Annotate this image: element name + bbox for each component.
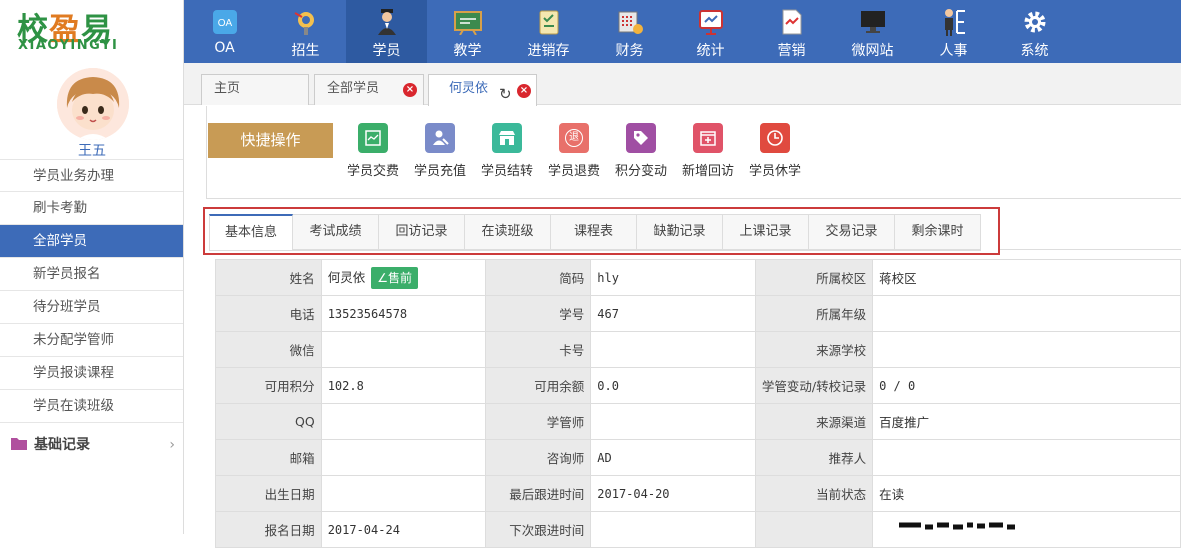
available-points[interactable]: 102.8 bbox=[320, 367, 486, 404]
quick-action-refund[interactable]: 退 学员退费 bbox=[543, 123, 605, 179]
quick-action-points[interactable]: 积分变动 bbox=[610, 123, 672, 179]
nav-hr[interactable]: 人事 bbox=[913, 0, 994, 63]
nav-recruit[interactable]: 招生 bbox=[265, 0, 346, 63]
sidebar-item-enrolled-courses[interactable]: 学员报读课程 bbox=[0, 357, 183, 390]
top-nav: OA OA 招生 学员 教学 进销存 财务 统计 营销 微网站 人事 系统 bbox=[184, 0, 1181, 63]
tab-exam-scores[interactable]: 考试成绩 bbox=[293, 214, 379, 250]
oa-icon: OA bbox=[210, 7, 240, 37]
nav-inventory[interactable]: 进销存 bbox=[508, 0, 589, 63]
refund-icon: 退 bbox=[559, 123, 589, 153]
close-icon[interactable]: × bbox=[517, 84, 531, 98]
nav-finance[interactable]: 财务 bbox=[589, 0, 670, 63]
quick-action-recharge[interactable]: 学员充值 bbox=[409, 123, 471, 179]
tab-current-classes[interactable]: 在读班级 bbox=[465, 214, 551, 250]
nav-microsite[interactable]: 微网站 bbox=[832, 0, 913, 63]
table-row: 姓名 何灵依 ∠售前 简码 hly 所属校区 蒋校区 bbox=[215, 259, 1181, 296]
info-tabs: 基本信息 考试成绩 回访记录 在读班级 课程表 缺勤记录 上课记录 交易记录 剩… bbox=[209, 214, 981, 251]
quick-actions-button[interactable]: 快捷操作 bbox=[208, 123, 333, 158]
svg-text:OA: OA bbox=[217, 18, 232, 29]
sidebar-item-student-business[interactable]: 学员业务办理 bbox=[0, 159, 183, 192]
tab-basic-info[interactable]: 基本信息 bbox=[209, 214, 293, 251]
tab-transaction-records[interactable]: 交易记录 bbox=[809, 214, 895, 250]
qr-code-cell bbox=[872, 511, 1181, 548]
inventory-icon bbox=[534, 7, 564, 37]
quick-action-transfer[interactable]: 学员结转 bbox=[476, 123, 538, 179]
sidebar-group-label: 基础记录 bbox=[34, 437, 90, 453]
sidebar-item-current-classes[interactable]: 学员在读班级 bbox=[0, 390, 183, 423]
tab-attendance-records[interactable]: 上课记录 bbox=[723, 214, 809, 250]
student-info-table: 姓名 何灵依 ∠售前 简码 hly 所属校区 蒋校区 电话 13523564578… bbox=[215, 259, 1181, 548]
table-row: 出生日期 最后跟进时间 2017-04-20 当前状态 在读 bbox=[215, 475, 1181, 512]
sidebar-item-new-enrollment[interactable]: 新学员报名 bbox=[0, 258, 183, 291]
folder-icon bbox=[10, 425, 28, 469]
statistics-icon bbox=[696, 7, 726, 37]
clock-icon bbox=[760, 123, 790, 153]
page-tab-home[interactable]: 主页 bbox=[201, 74, 309, 105]
page-tabs: 主页 全部学员 × 何灵依 ↻ × bbox=[184, 63, 1181, 106]
table-row: QQ 学管师 来源渠道 百度推广 bbox=[215, 403, 1181, 440]
hr-icon bbox=[939, 7, 969, 37]
tabs-divider bbox=[1000, 249, 1181, 250]
quick-actions-panel: 快捷操作 学员交费 学员充值 学员结转 退 学员退费 积分变动 新增回访 学员休… bbox=[206, 106, 1181, 199]
page-tab-all-students[interactable]: 全部学员 × bbox=[314, 74, 424, 105]
quick-action-suspend[interactable]: 学员休学 bbox=[744, 123, 806, 179]
logo: 校盈易 XIAOYINGYI bbox=[0, 0, 184, 63]
table-row: 报名日期 2017-04-24 下次跟进时间 bbox=[215, 511, 1181, 548]
student-name-cell: 何灵依 ∠售前 bbox=[320, 259, 486, 296]
logo-subtext: XIAOYINGYI bbox=[18, 38, 119, 53]
sidebar-group-basic-records[interactable]: 基础记录 › bbox=[0, 423, 183, 467]
sidebar: 王五 学员业务办理 刷卡考勤 全部学员 新学员报名 待分班学员 未分配学管师 学… bbox=[0, 63, 184, 534]
nav-marketing[interactable]: 营销 bbox=[751, 0, 832, 63]
nav-student[interactable]: 学员 bbox=[346, 0, 427, 63]
sidebar-item-card-attendance[interactable]: 刷卡考勤 bbox=[0, 192, 183, 225]
avatar[interactable] bbox=[57, 68, 129, 140]
nav-statistics[interactable]: 统计 bbox=[670, 0, 751, 63]
table-row: 可用积分 102.8 可用余额 0.0 学管变动/转校记录 0 / 0 bbox=[215, 367, 1181, 404]
recruit-icon bbox=[291, 7, 321, 37]
marketing-icon bbox=[777, 7, 807, 37]
student-icon bbox=[372, 7, 402, 37]
tab-schedule[interactable]: 课程表 bbox=[551, 214, 637, 250]
finance-icon bbox=[615, 7, 645, 37]
tab-visit-records[interactable]: 回访记录 bbox=[379, 214, 465, 250]
status-badge[interactable]: ∠售前 bbox=[371, 266, 418, 289]
recharge-icon bbox=[425, 123, 455, 153]
table-row: 电话 13523564578 学号 467 所属年级 bbox=[215, 295, 1181, 332]
table-row: 邮箱 咨询师 AD 推荐人 bbox=[215, 439, 1181, 476]
nav-system[interactable]: 系统 bbox=[994, 0, 1075, 63]
refresh-icon[interactable]: ↻ bbox=[499, 80, 512, 108]
page-tab-student-detail[interactable]: 何灵依 ↻ × bbox=[428, 74, 537, 106]
chevron-right-icon: › bbox=[169, 437, 175, 453]
microsite-icon bbox=[858, 7, 888, 37]
table-row: 微信 卡号 来源学校 bbox=[215, 331, 1181, 368]
tab-remaining-hours[interactable]: 剩余课时 bbox=[895, 214, 981, 250]
quick-action-new-visit[interactable]: 新增回访 bbox=[677, 123, 739, 179]
tag-icon bbox=[626, 123, 656, 153]
nav-teaching[interactable]: 教学 bbox=[427, 0, 508, 63]
gear-icon bbox=[1020, 7, 1050, 37]
sidebar-item-unassigned-manager[interactable]: 未分配学管师 bbox=[0, 324, 183, 357]
quick-action-payment[interactable]: 学员交费 bbox=[342, 123, 404, 179]
main-content: 快捷操作 学员交费 学员充值 学员结转 退 学员退费 积分变动 新增回访 学员休… bbox=[203, 106, 1181, 548]
user-name[interactable]: 王五 bbox=[0, 140, 184, 160]
nav-oa[interactable]: OA OA bbox=[184, 0, 265, 63]
close-icon[interactable]: × bbox=[403, 83, 417, 97]
transfer-icon bbox=[492, 123, 522, 153]
tab-absence-records[interactable]: 缺勤记录 bbox=[637, 214, 723, 250]
teaching-icon bbox=[453, 7, 483, 37]
payment-icon bbox=[358, 123, 388, 153]
sidebar-item-pending-class[interactable]: 待分班学员 bbox=[0, 291, 183, 324]
add-visit-icon bbox=[693, 123, 723, 153]
sidebar-item-all-students[interactable]: 全部学员 bbox=[0, 225, 183, 258]
sidebar-menu: 学员业务办理 刷卡考勤 全部学员 新学员报名 待分班学员 未分配学管师 学员报读… bbox=[0, 159, 183, 467]
